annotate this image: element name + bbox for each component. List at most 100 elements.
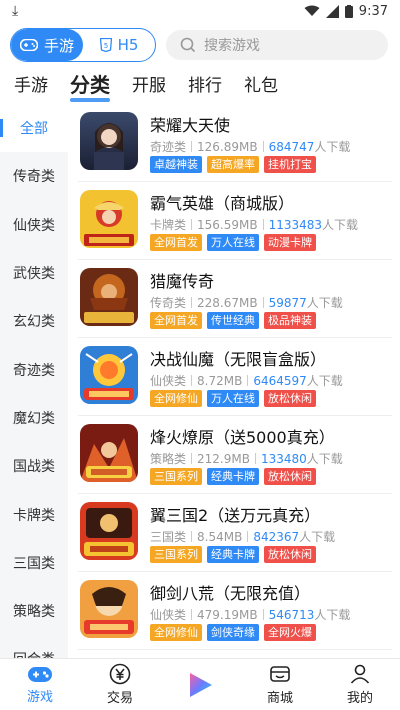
list-item[interactable]: 霸气英雄（商城版） 卡牌类 156.59MB 1133483 人下载 全网首发 万…	[78, 182, 392, 260]
store-icon	[270, 666, 290, 682]
game-name: 霸气英雄（商城版）	[150, 194, 295, 213]
list-item[interactable]: 决战仙魔（无限盲盒版） 仙侠类 8.72MB 6464597 人下载 全网修仙 万…	[78, 338, 392, 416]
sidebar-item-three-kingdoms[interactable]: 三国类	[0, 539, 68, 587]
sidebar-item-card[interactable]: 卡牌类	[0, 490, 68, 538]
game-list: 荣耀大天使 奇迹类 126.89MB 684747 人下载 卓越神装 超高爆率 挂…	[70, 104, 400, 660]
gamepad-icon	[28, 667, 52, 682]
game-downloads: 6464597	[253, 373, 307, 388]
download-suffix: 人下载	[306, 296, 343, 310]
sidebar-item-xianxia[interactable]: 仙侠类	[0, 201, 68, 249]
game-category: 传奇类	[150, 296, 187, 310]
category-sidebar: 全部 传奇类 仙侠类 武侠类 玄幻类 奇迹类 魔幻类 国战类 卡牌类 三国类 策…	[0, 104, 68, 660]
game-category: 仙侠类	[150, 374, 187, 388]
game-tag: 剑侠奇缘	[207, 624, 259, 641]
tab-gift-packs[interactable]: 礼包	[244, 71, 278, 96]
status-bar: ⤓ 9:37	[0, 0, 400, 22]
game-name: 翼三国2（送万元真充）	[150, 506, 321, 525]
game-tag: 动漫卡牌	[264, 234, 316, 251]
game-tag: 全网首发	[150, 234, 202, 251]
game-meta: 奇迹类 126.89MB 684747 人下载	[150, 138, 350, 155]
wifi-icon	[304, 5, 320, 16]
game-name: 荣耀大天使	[150, 116, 231, 135]
game-tag: 三国系列	[150, 468, 202, 485]
sidebar-item-war[interactable]: 国战类	[0, 442, 68, 490]
game-tags: 三国系列 经典卡牌 放松休闲	[150, 468, 316, 485]
tab-categories[interactable]: 分类	[70, 69, 110, 102]
list-item[interactable]: 荣耀大天使 奇迹类 126.89MB 684747 人下载 卓越神装 超高爆率 挂…	[78, 104, 392, 182]
game-tag: 放松休闲	[264, 546, 316, 563]
nav-play[interactable]	[160, 659, 240, 710]
nav-mall-label: 商城	[266, 691, 293, 706]
game-tag: 全网修仙	[150, 624, 202, 641]
h5-games-label: H5	[117, 36, 139, 54]
sidebar-item-fantasy[interactable]: 玄幻类	[0, 297, 68, 345]
game-name: 猎魔传奇	[150, 272, 215, 291]
tab-mobile-games[interactable]: 手游	[14, 71, 48, 96]
game-icon	[80, 424, 138, 482]
download-icon: ⤓	[12, 3, 19, 19]
game-size: 126.89MB	[197, 139, 258, 154]
game-size: 479.19MB	[197, 607, 258, 622]
nav-trade[interactable]: 交易	[80, 659, 160, 710]
sidebar-item-legend[interactable]: 传奇类	[0, 152, 68, 200]
game-meta: 仙侠类 8.72MB 6464597 人下载	[150, 372, 343, 389]
game-tag: 卓越神装	[150, 156, 202, 173]
search-placeholder: 搜索游戏	[204, 38, 260, 54]
sidebar-item-magic[interactable]: 魔幻类	[0, 394, 68, 442]
nav-mine[interactable]: 我的	[320, 659, 400, 710]
game-tag: 三国系列	[150, 546, 202, 563]
game-name: 烽火燎原（送5000真充）	[150, 428, 335, 447]
game-name: 决战仙魔（无限盲盒版）	[150, 350, 327, 369]
game-tag: 超高爆率	[207, 156, 259, 173]
game-icon	[80, 346, 138, 404]
play-icon	[190, 672, 212, 697]
list-item[interactable]: 烽火燎原（送5000真充） 策略类 212.9MB 133480 人下载 三国系列…	[78, 416, 392, 494]
list-item[interactable]: 御剑八荒（无限充值） 仙侠类 479.19MB 546713 人下载 全网修仙 剑…	[78, 572, 392, 650]
game-tag: 全网火爆	[264, 624, 316, 641]
list-item[interactable]: 猎魔传奇 传奇类 228.67MB 59877 人下载 全网首发 传世经典 极品神…	[78, 260, 392, 338]
sidebar-item-turn-based[interactable]: 回合类	[0, 635, 68, 660]
html5-icon: 5	[99, 38, 112, 52]
download-suffix: 人下载	[306, 452, 343, 466]
tab-server-open[interactable]: 开服	[132, 71, 166, 96]
sidebar-item-strategy[interactable]: 策略类	[0, 587, 68, 635]
download-suffix: 人下载	[314, 140, 351, 154]
bottom-nav: 游戏 交易 商城 我的	[0, 658, 400, 710]
top-bar: 手游 5 H5 搜索游戏	[0, 26, 400, 64]
game-name: 御剑八荒（无限充值）	[150, 584, 311, 603]
sidebar-item-all[interactable]: 全部	[0, 104, 68, 153]
mobile-games-toggle[interactable]: 手游	[11, 29, 83, 61]
game-size: 212.9MB	[197, 451, 250, 466]
game-tags: 全网修仙 剑侠奇缘 全网火爆	[150, 624, 316, 641]
download-suffix: 人下载	[314, 608, 351, 622]
game-downloads: 59877	[268, 295, 307, 310]
user-icon	[350, 664, 370, 684]
game-icon	[80, 112, 138, 170]
game-tags: 三国系列 经典卡牌 放松休闲	[150, 546, 316, 563]
h5-games-toggle[interactable]: 5 H5	[83, 29, 155, 61]
game-meta: 仙侠类 479.19MB 546713 人下载	[150, 606, 350, 623]
mobile-games-label: 手游	[43, 36, 74, 55]
list-item[interactable]: 翼三国2（送万元真充） 三国类 8.54MB 842367 人下载 三国系列 经典…	[78, 494, 392, 572]
game-downloads: 133480	[260, 451, 307, 466]
nav-mall[interactable]: 商城	[240, 659, 320, 710]
signal-icon	[325, 4, 339, 18]
category-tabs: 手游 分类 开服 排行 礼包	[0, 66, 400, 102]
gamepad-icon	[19, 39, 38, 51]
search-icon	[180, 37, 196, 53]
game-category: 奇迹类	[150, 140, 187, 154]
sidebar-item-miracle[interactable]: 奇迹类	[0, 345, 68, 393]
game-icon	[80, 268, 138, 326]
status-time: 9:37	[358, 3, 388, 19]
tab-ranking[interactable]: 排行	[188, 71, 222, 96]
battery-icon	[344, 4, 353, 18]
game-meta: 卡牌类 156.59MB 1133483 人下载	[150, 216, 358, 233]
game-tag: 放松休闲	[264, 468, 316, 485]
game-tags: 全网首发 万人在线 动漫卡牌	[150, 234, 316, 251]
game-tags: 卓越神装 超高爆率 挂机打宝	[150, 156, 316, 173]
sidebar-item-wuxia[interactable]: 武侠类	[0, 249, 68, 297]
svg-text:5: 5	[103, 42, 107, 50]
nav-games[interactable]: 游戏	[0, 659, 80, 710]
search-input[interactable]: 搜索游戏	[166, 30, 388, 60]
status-right: 9:37	[304, 4, 388, 19]
